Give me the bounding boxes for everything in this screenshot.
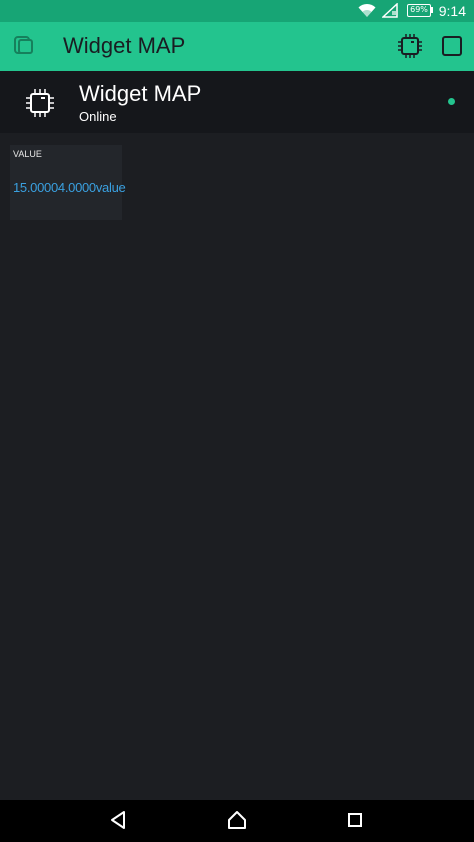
device-settings-button[interactable] xyxy=(396,34,424,62)
wifi-icon xyxy=(358,3,376,22)
stop-square-icon[interactable] xyxy=(442,36,462,56)
widget-value: 15.00004.0000value xyxy=(13,180,126,195)
widget-label: VALUE xyxy=(13,149,42,159)
nav-home-button[interactable] xyxy=(224,809,250,835)
toolbar-title: Widget MAP xyxy=(63,33,186,58)
home-circle-icon xyxy=(226,809,248,835)
app-toolbar: Widget MAP xyxy=(0,22,474,71)
chip-icon xyxy=(24,87,56,119)
system-nav-bar xyxy=(0,800,474,842)
battery-icon: 69% xyxy=(407,4,431,17)
back-triangle-icon xyxy=(109,810,127,834)
app-screen: 69% 9:14 Widget MAP Widget MAP Online VA… xyxy=(0,0,474,842)
status-bar: 69% 9:14 xyxy=(0,0,474,22)
recents-square-icon xyxy=(346,811,364,833)
battery-tip xyxy=(431,7,433,13)
device-status: Online xyxy=(79,109,117,124)
online-status-dot xyxy=(448,98,455,105)
signal-icon xyxy=(381,2,398,22)
device-switch-icon xyxy=(12,33,36,61)
nav-back-button[interactable] xyxy=(105,809,131,835)
device-header: Widget MAP Online xyxy=(0,71,474,133)
value-display-widget[interactable]: VALUE 15.00004.0000value xyxy=(10,145,126,220)
chip-icon xyxy=(396,32,424,64)
device-name: Widget MAP xyxy=(79,81,202,106)
nav-recents-button[interactable] xyxy=(342,809,368,835)
status-clock: 9:14 xyxy=(438,3,466,19)
device-switch-button[interactable] xyxy=(10,34,38,60)
